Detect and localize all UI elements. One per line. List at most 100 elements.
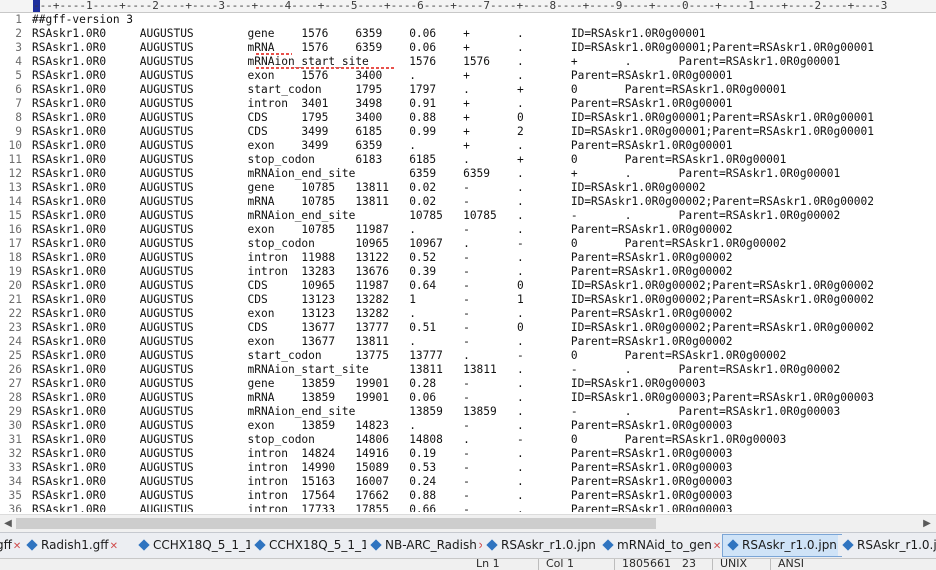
tab-active-document[interactable]: RSAskr_r1.0.jpn✕ <box>722 534 846 557</box>
editor-line[interactable]: 28 RSAskr1.0R0 AUGUSTUS mRNA 13859 19901 … <box>0 391 936 405</box>
editor-line[interactable]: 23 RSAskr1.0R0 AUGUSTUS CDS 13677 13777 0… <box>0 321 936 335</box>
editor-line[interactable]: 15 RSAskr1.0R0 AUGUSTUS mRNAion_end_site … <box>0 209 936 223</box>
editor-line[interactable]: 3 RSAskr1.0R0 AUGUSTUS mRNA 1576 6359 0.0… <box>0 41 936 55</box>
close-tab-icon[interactable]: ✕ <box>110 536 120 557</box>
diamond-icon <box>26 539 38 551</box>
editor-line[interactable]: 7 RSAskr1.0R0 AUGUSTUS intron 3401 3498 0… <box>0 97 936 111</box>
editor-line[interactable]: 31 RSAskr1.0R0 AUGUSTUS stop_codon 14806 … <box>0 433 936 447</box>
editor-line[interactable]: 34 RSAskr1.0R0 AUGUSTUS intron 15163 1600… <box>0 475 936 489</box>
status-position: 1805661 <box>622 558 671 570</box>
line-number: 16 <box>8 223 22 236</box>
editor-line[interactable]: 19 RSAskr1.0R0 AUGUSTUS intron 13283 1367… <box>0 265 936 279</box>
editor-line[interactable]: 21 RSAskr1.0R0 AUGUSTUS CDS 13123 13282 1… <box>0 293 936 307</box>
line-text: RSAskr1.0R0 AUGUSTUS intron 11988 13122 … <box>32 251 733 264</box>
tab-document[interactable]: CCHX18Q_5_1_1 <box>250 535 369 556</box>
editor-line[interactable]: 25 RSAskr1.0R0 AUGUSTUS start_codon 13775… <box>0 349 936 363</box>
editor-line[interactable]: 10 RSAskr1.0R0 AUGUSTUS exon 3499 6359 . … <box>0 139 936 153</box>
editor-line[interactable]: 30 RSAskr1.0R0 AUGUSTUS exon 13859 14823 … <box>0 419 936 433</box>
line-text: RSAskr1.0R0 AUGUSTUS CDS 13123 13282 1 -… <box>32 293 874 306</box>
editor-line[interactable]: 5 RSAskr1.0R0 AUGUSTUS exon 1576 3400 . +… <box>0 69 936 83</box>
editor-line[interactable]: 24 RSAskr1.0R0 AUGUSTUS exon 13677 13811 … <box>0 335 936 349</box>
tab-document[interactable]: NB-ARC_Radish✕ <box>366 535 486 556</box>
line-number: 20 <box>8 279 22 292</box>
line-number: 6 <box>15 83 22 96</box>
editor-line[interactable]: 4 RSAskr1.0R0 AUGUSTUS mRNAion_start_site… <box>0 55 936 69</box>
editor-line[interactable]: 13 RSAskr1.0R0 AUGUSTUS gene 10785 13811 … <box>0 181 936 195</box>
line-text: RSAskr1.0R0 AUGUSTUS mRNAion_end_site 63… <box>32 167 841 180</box>
status-eol: UNIX <box>720 558 748 570</box>
line-number: 33 <box>8 461 22 474</box>
tab-label: NB-ARC_Radish <box>385 538 477 552</box>
diamond-icon <box>727 539 739 551</box>
tab-document[interactable]: CCHX18Q_5_1_1 <box>134 535 253 556</box>
line-number: 2 <box>15 27 22 40</box>
status-bar: Ln 1 Col 1 1805661 23 UNIX ANSI <box>0 558 936 570</box>
line-text: RSAskr1.0R0 AUGUSTUS mRNA 13859 19901 0.… <box>32 391 874 404</box>
editor-line[interactable]: 16 RSAskr1.0R0 AUGUSTUS exon 10785 11987 … <box>0 223 936 237</box>
line-text: RSAskr1.0R0 AUGUSTUS intron 3401 3498 0.… <box>32 97 733 110</box>
text-editor[interactable]: 1 ##gff-version 3 2 RSAskr1.0R0 AUGUSTUS ge… <box>0 13 936 512</box>
editor-line[interactable]: 27 RSAskr1.0R0 AUGUSTUS gene 13859 19901 … <box>0 377 936 391</box>
line-number: 7 <box>15 97 22 110</box>
line-text: RSAskr1.0R0 AUGUSTUS intron 13283 13676 … <box>32 265 733 278</box>
line-text: RSAskr1.0R0 AUGUSTUS CDS 1795 3400 0.88 … <box>32 111 874 124</box>
tab-document[interactable]: RSAskr_r1.0.jpn <box>838 535 936 556</box>
editor-line[interactable]: 6 RSAskr1.0R0 AUGUSTUS start_codon 1795 1… <box>0 83 936 97</box>
line-text: RSAskr1.0R0 AUGUSTUS stop_codon 6183 618… <box>32 153 787 166</box>
scroll-left-icon[interactable]: ◀ <box>1 517 15 530</box>
editor-line[interactable]: 33 RSAskr1.0R0 AUGUSTUS intron 14990 1508… <box>0 461 936 475</box>
editor-line[interactable]: 26 RSAskr1.0R0 AUGUSTUS mRNAion_start_sit… <box>0 363 936 377</box>
diamond-icon <box>254 539 266 551</box>
line-text: RSAskr1.0R0 AUGUSTUS exon 10785 11987 . … <box>32 223 733 236</box>
tab-document[interactable]: RSAskr_r1.0.jpn✕ <box>482 535 605 556</box>
status-separator <box>712 559 713 570</box>
line-text: RSAskr1.0R0 AUGUSTUS gene 10785 13811 0.… <box>32 181 706 194</box>
line-number: 30 <box>8 419 22 432</box>
horizontal-scrollbar[interactable]: ◀ ▶ <box>0 514 936 532</box>
tab-document[interactable]: mRNAid_to_gen✕ <box>598 535 725 556</box>
line-text: RSAskr1.0R0 AUGUSTUS intron 17733 17855 … <box>32 503 733 512</box>
line-number: 25 <box>8 349 22 362</box>
ruler-text: ---+----1----+----2----+----3----+----4-… <box>33 0 888 12</box>
editor-line[interactable]: 36 RSAskr1.0R0 AUGUSTUS intron 17733 1785… <box>0 503 936 512</box>
tab-document[interactable]: Radish1.gff✕ <box>22 535 137 556</box>
status-separator <box>538 559 539 570</box>
line-number: 1 <box>15 13 22 26</box>
line-text: RSAskr1.0R0 AUGUSTUS gene 1576 6359 0.06… <box>32 27 706 40</box>
editor-line[interactable]: 29 RSAskr1.0R0 AUGUSTUS mRNAion_end_site … <box>0 405 936 419</box>
scrollbar-thumb[interactable] <box>16 518 656 529</box>
tab-label: RSAskr_r1.0.jpn <box>857 538 936 552</box>
line-text: RSAskr1.0R0 AUGUSTUS stop_codon 10965 10… <box>32 237 787 250</box>
line-number: 11 <box>8 153 22 166</box>
line-text: RSAskr1.0R0 AUGUSTUS intron 15163 16007 … <box>32 475 733 488</box>
editor-line[interactable]: 20 RSAskr1.0R0 AUGUSTUS CDS 10965 11987 0… <box>0 279 936 293</box>
line-number: 17 <box>8 237 22 250</box>
line-number: 3 <box>15 41 22 54</box>
line-text: RSAskr1.0R0 AUGUSTUS stop_codon 14806 14… <box>32 433 787 446</box>
line-text: RSAskr1.0R0 AUGUSTUS exon 3499 6359 . + … <box>32 139 733 152</box>
line-number: 23 <box>8 321 22 334</box>
editor-line[interactable]: 8 RSAskr1.0R0 AUGUSTUS CDS 1795 3400 0.88… <box>0 111 936 125</box>
editor-line[interactable]: 11 RSAskr1.0R0 AUGUSTUS stop_codon 6183 6… <box>0 153 936 167</box>
editor-line[interactable]: 14 RSAskr1.0R0 AUGUSTUS mRNA 10785 13811 … <box>0 195 936 209</box>
line-text: RSAskr1.0R0 AUGUSTUS intron 17564 17662 … <box>32 489 733 502</box>
editor-line[interactable]: 18 RSAskr1.0R0 AUGUSTUS intron 11988 1312… <box>0 251 936 265</box>
editor-line[interactable]: 9 RSAskr1.0R0 AUGUSTUS CDS 3499 6185 0.99… <box>0 125 936 139</box>
line-number: 13 <box>8 181 22 194</box>
editor-line[interactable]: 2 RSAskr1.0R0 AUGUSTUS gene 1576 6359 0.0… <box>0 27 936 41</box>
editor-line[interactable]: 22 RSAskr1.0R0 AUGUSTUS exon 13123 13282 … <box>0 307 936 321</box>
editor-line[interactable]: 32 RSAskr1.0R0 AUGUSTUS intron 14824 1491… <box>0 447 936 461</box>
editor-line[interactable]: 1 ##gff-version 3 <box>0 13 936 27</box>
editor-line[interactable]: 12 RSAskr1.0R0 AUGUSTUS mRNAion_end_site … <box>0 167 936 181</box>
status-encoding: ANSI <box>778 558 804 570</box>
editor-line[interactable]: 35 RSAskr1.0R0 AUGUSTUS intron 17564 1766… <box>0 489 936 503</box>
line-number: 24 <box>8 335 22 348</box>
scroll-right-icon[interactable]: ▶ <box>920 517 934 530</box>
editor-line[interactable]: 17 RSAskr1.0R0 AUGUSTUS stop_codon 10965 … <box>0 237 936 251</box>
line-number: 28 <box>8 391 22 404</box>
line-text: RSAskr1.0R0 AUGUSTUS mRNAion_start_site … <box>32 55 841 68</box>
tab-label: mRNAid_to_gen <box>617 538 712 552</box>
line-text: ##gff-version 3 <box>32 13 134 26</box>
line-text: RSAskr1.0R0 AUGUSTUS gene 13859 19901 0.… <box>32 377 706 390</box>
line-number: 27 <box>8 377 22 390</box>
